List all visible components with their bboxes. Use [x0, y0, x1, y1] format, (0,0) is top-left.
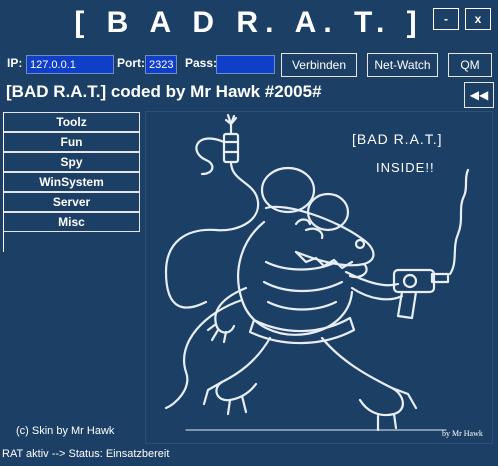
- page-heading: [BAD R.A.T.] coded by Mr Hawk #2005#: [6, 82, 322, 101]
- rat-illustration: [BAD R.A.T.] INSIDE!! by Mr Hawk: [164, 113, 483, 438]
- menu-item-server[interactable]: Server: [4, 192, 140, 212]
- app-title: [ B A D R. A. T. ]: [74, 6, 424, 39]
- close-button[interactable]: x: [465, 8, 491, 30]
- menu-item-toolz[interactable]: Toolz: [4, 112, 140, 132]
- pass-label: Pass:: [185, 56, 218, 70]
- side-menu: Toolz Fun Spy WinSystem Server Misc: [3, 112, 140, 252]
- menu-spacer: [4, 232, 140, 252]
- artwork-caption-line1: [BAD R.A.T.]: [352, 131, 443, 147]
- rat-artwork: [BAD R.A.T.] INSIDE!! by Mr Hawk: [145, 111, 493, 444]
- menu-item-winsystem[interactable]: WinSystem: [4, 172, 140, 192]
- qm-button[interactable]: QM: [448, 53, 492, 77]
- status-bar: RAT aktiv --> Status: Einsatzbereit: [2, 448, 170, 460]
- ip-label: IP:: [7, 56, 23, 70]
- port-input[interactable]: [145, 55, 177, 74]
- artwork-caption-line2: INSIDE!!: [376, 160, 435, 175]
- password-input[interactable]: [216, 55, 275, 74]
- menu-item-fun[interactable]: Fun: [4, 132, 140, 152]
- artwork-signature: by Mr Hawk: [442, 429, 483, 438]
- menu-item-misc[interactable]: Misc: [4, 212, 140, 232]
- port-label: Port:: [117, 56, 145, 70]
- back-button[interactable]: ◀◀: [464, 82, 494, 108]
- connect-button[interactable]: Verbinden: [281, 53, 357, 77]
- menu-item-spy[interactable]: Spy: [4, 152, 140, 172]
- skin-credit: (c) Skin by Mr Hawk: [16, 425, 115, 437]
- minimize-button[interactable]: -: [433, 8, 459, 30]
- ip-input[interactable]: [26, 55, 114, 74]
- rewind-icon: ◀◀: [469, 88, 489, 102]
- netwatch-button[interactable]: Net-Watch: [367, 53, 438, 77]
